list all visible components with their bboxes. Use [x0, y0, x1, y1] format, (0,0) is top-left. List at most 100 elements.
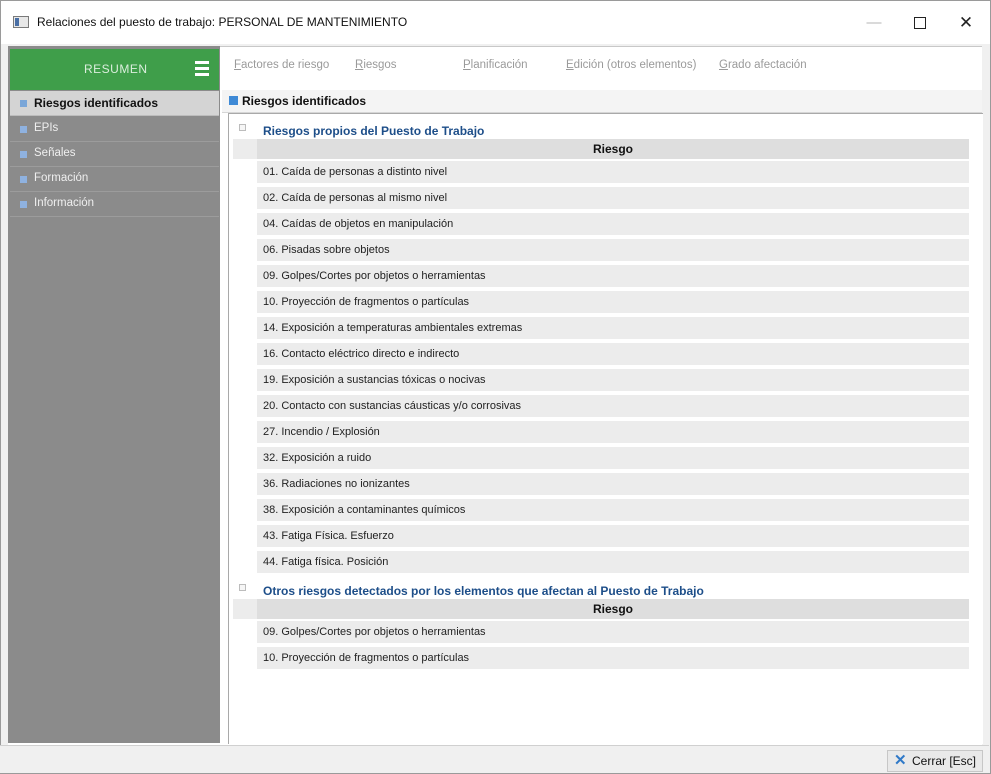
table-row[interactable]: 04. Caídas de objetos en manipulación [233, 213, 969, 236]
row-gutter [233, 395, 257, 418]
risks-panel: Riesgos propios del Puesto de Trabajo Rie… [228, 113, 983, 744]
tab-mnemonic: F [234, 59, 242, 71]
table-row[interactable]: 43. Fatiga Física. Esfuerzo [233, 525, 969, 548]
tab-label: rado afectación [727, 59, 807, 71]
tab[interactable]: Grado afectación [719, 59, 807, 71]
tab-label: lanificación [470, 59, 528, 71]
title-bar: Relaciones del puesto de trabajo: PERSON… [1, 1, 990, 44]
risk-label: 27. Incendio / Explosión [263, 426, 380, 438]
row-gutter [233, 187, 257, 210]
sidebar-item[interactable]: Formación [10, 167, 219, 192]
table-row[interactable]: 38. Exposición a contaminantes químicos [233, 499, 969, 522]
table-row[interactable]: 10. Proyección de fragmentos o partícula… [233, 647, 969, 670]
table-row[interactable]: 36. Radiaciones no ionizantes [233, 473, 969, 496]
table-row[interactable]: 10. Proyección de fragmentos o partícula… [233, 291, 969, 314]
risk-label: 19. Exposición a sustancias tóxicas o no… [263, 374, 486, 386]
group-title: Riesgos propios del Puesto de Trabajo [263, 124, 485, 138]
row-gutter [233, 551, 257, 574]
section-header: Riesgos identificados [222, 90, 982, 113]
expand-icon[interactable] [239, 584, 246, 591]
risk-label: 04. Caídas de objetos en manipulación [263, 218, 454, 230]
sidebar-item-label: Riesgos identificados [34, 96, 159, 110]
tab[interactable]: Riesgos [355, 59, 397, 71]
row-gutter [233, 239, 257, 262]
table-row[interactable]: 16. Contacto eléctrico directo e indirec… [233, 343, 969, 366]
tab-label: iesgos [363, 59, 397, 71]
sidebar-item[interactable]: EPIs [10, 117, 219, 142]
tab-label: dición (otros elementos) [573, 59, 697, 71]
tab-label: actores de riesgo [241, 59, 330, 71]
tab[interactable]: Edición (otros elementos) [566, 59, 696, 71]
risk-label: 43. Fatiga Física. Esfuerzo [263, 530, 394, 542]
risk-label: 32. Exposición a ruido [263, 452, 372, 464]
risk-label: 10. Proyección de fragmentos o partícula… [263, 296, 470, 308]
risk-label: 44. Fatiga física. Posición [263, 556, 389, 568]
row-gutter [233, 343, 257, 366]
sidebar-item-label: Formación [34, 172, 89, 184]
resumen-header[interactable]: RESUMEN [10, 49, 219, 90]
tab-mnemonic: P [463, 59, 471, 71]
resumen-label: RESUMEN [84, 62, 148, 76]
bullet-icon [20, 176, 27, 183]
tab[interactable]: Planificación [463, 59, 528, 71]
maximize-button[interactable] [897, 1, 943, 44]
sidebar-item-label: Señales [34, 147, 76, 159]
app-icon [13, 16, 29, 28]
sidebar-item[interactable]: Información [10, 192, 219, 217]
row-gutter [233, 447, 257, 470]
table-row[interactable]: 02. Caída de personas al mismo nivel [233, 187, 969, 210]
column-header[interactable]: Riesgo [233, 599, 969, 619]
row-gutter [233, 647, 257, 670]
minimize-button[interactable]: — [851, 1, 897, 44]
maximize-icon [914, 17, 926, 30]
row-gutter [233, 421, 257, 444]
section-square-icon [229, 96, 238, 105]
sidebar-item[interactable]: Señales [10, 142, 219, 167]
risk-label: 06. Pisadas sobre objetos [263, 244, 390, 256]
table-row[interactable]: 09. Golpes/Cortes por objetos o herramie… [233, 265, 969, 288]
status-bar: ✕ Cerrar [Esc] [0, 745, 989, 773]
row-gutter [233, 161, 257, 184]
bullet-icon [20, 100, 27, 107]
tab[interactable]: Factores de riesgo [234, 59, 329, 71]
table-row[interactable]: 09. Golpes/Cortes por objetos o herramie… [233, 621, 969, 644]
close-window-button[interactable]: ✕ [943, 1, 989, 44]
table-row[interactable]: 27. Incendio / Explosión [233, 421, 969, 444]
table-row[interactable]: 06. Pisadas sobre objetos [233, 239, 969, 262]
section-title: Riesgos identificados [242, 94, 367, 108]
risk-label: 09. Golpes/Cortes por objetos o herramie… [263, 626, 486, 638]
row-gutter [233, 317, 257, 340]
table-row[interactable]: 19. Exposición a sustancias tóxicas o no… [233, 369, 969, 392]
table-row[interactable]: 01. Caída de personas a distinto nivel [233, 161, 969, 184]
bullet-icon [20, 201, 27, 208]
row-gutter [233, 139, 257, 159]
group-title: Otros riesgos detectados por los element… [263, 584, 704, 598]
hamburger-menu-icon[interactable] [195, 61, 209, 77]
risk-label: 36. Radiaciones no ionizantes [263, 478, 410, 490]
table-row[interactable]: 14. Exposición a temperaturas ambientale… [233, 317, 969, 340]
expand-icon[interactable] [239, 124, 246, 131]
risk-label: 09. Golpes/Cortes por objetos o herramie… [263, 270, 486, 282]
table-row[interactable]: 32. Exposición a ruido [233, 447, 969, 470]
window-title: Relaciones del puesto de trabajo: PERSON… [37, 15, 408, 29]
bullet-icon [20, 151, 27, 158]
close-button[interactable]: ✕ Cerrar [Esc] [886, 750, 983, 772]
bullet-icon [20, 126, 27, 133]
sidebar-item-label: EPIs [34, 122, 59, 134]
close-button-label: Cerrar [Esc] [911, 754, 976, 768]
risk-label: 38. Exposición a contaminantes químicos [263, 504, 466, 516]
row-gutter [233, 213, 257, 236]
risk-label: 14. Exposición a temperaturas ambientale… [263, 322, 523, 334]
table-row[interactable]: 20. Contacto con sustancias cáusticas y/… [233, 395, 969, 418]
tab-bar: Factores de riesgo Riesgos Planificación Ed… [222, 50, 982, 88]
row-gutter [233, 291, 257, 314]
column-header[interactable]: Riesgo [233, 139, 969, 159]
table-row[interactable]: 44. Fatiga física. Posición [233, 551, 969, 574]
tab-mnemonic: G [719, 59, 728, 71]
tab-mnemonic: E [566, 59, 574, 71]
row-gutter [233, 599, 257, 619]
sidebar-item[interactable]: Riesgos identificados [10, 91, 219, 116]
sidebar-item-label: Información [34, 197, 95, 209]
risk-label: 01. Caída de personas a distinto nivel [263, 166, 448, 178]
column-header-label: Riesgo [592, 602, 633, 616]
